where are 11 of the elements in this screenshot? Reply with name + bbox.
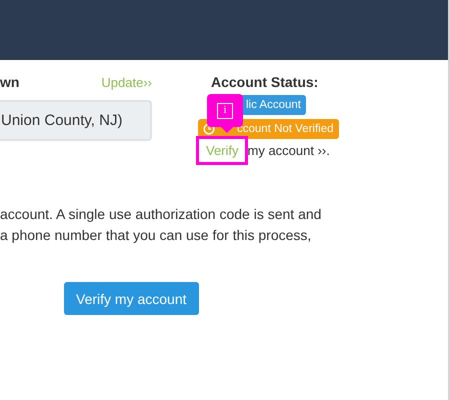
description-text: a phone number that you can use for this process,: [0, 226, 312, 245]
location-field[interactable]: Union County, NJ): [0, 100, 152, 141]
highlight-frame: [196, 136, 248, 165]
verify-button[interactable]: Verify my account: [64, 282, 198, 315]
update-link[interactable]: Update››: [101, 75, 152, 90]
account-status-heading: Account Status:: [211, 74, 320, 90]
description-text: account. A single use authorization code is sent and: [0, 205, 322, 224]
info-icon: i: [217, 102, 233, 118]
location-heading: wn: [0, 74, 20, 90]
verify-text: my account ››.: [248, 143, 330, 158]
verify-link[interactable]: Verify: [206, 143, 239, 158]
